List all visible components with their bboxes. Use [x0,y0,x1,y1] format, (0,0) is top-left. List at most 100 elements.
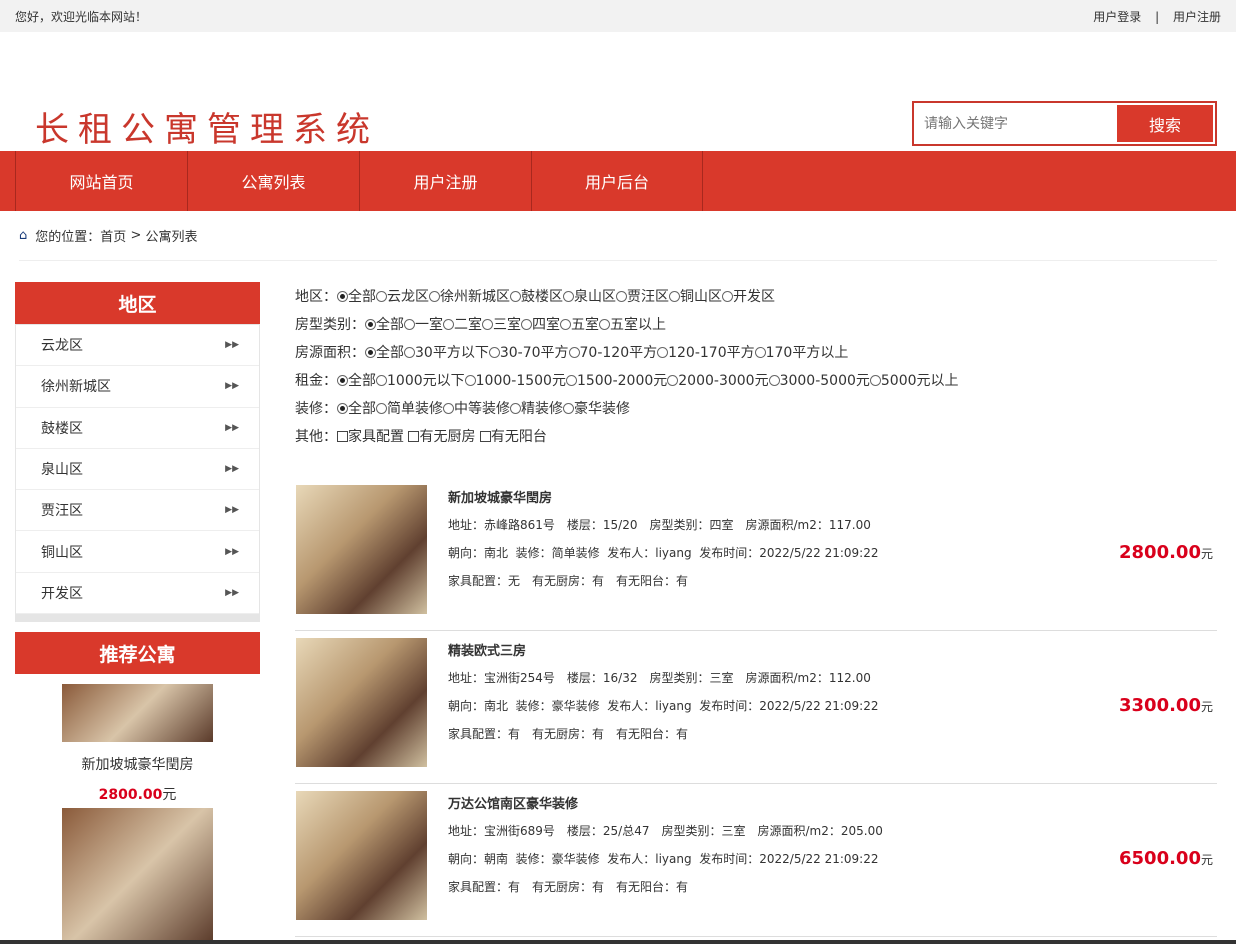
nav-register[interactable]: 用户注册 [359,151,531,211]
filter-option[interactable]: 豪华装修 [563,401,630,417]
recommended-item[interactable]: 新加坡城豪华閏房 2800.00元 [15,684,260,944]
filter-option[interactable]: 铜山区 [669,289,722,305]
radio[interactable] [722,291,733,302]
filter-option[interactable]: 二室 [443,317,482,333]
radio[interactable] [482,319,493,330]
radio[interactable] [510,291,521,302]
radio[interactable] [488,347,500,358]
filter-option[interactable]: 1000-1500元 [464,373,566,389]
nav-apartment-list[interactable]: 公寓列表 [187,151,359,211]
filter-option[interactable]: 贾汪区 [616,289,669,305]
radio[interactable] [443,403,454,414]
filter-option[interactable]: 5000元以上 [869,373,959,389]
search-button[interactable]: 搜索 [1117,105,1213,142]
filter-option[interactable]: 精装修 [510,401,563,417]
radio[interactable] [365,347,376,358]
checkbox-option[interactable]: 有无阳台 [479,429,547,445]
site-title[interactable]: 长租公寓管理系统 [35,102,379,151]
filter-option[interactable]: 170平方以上 [754,345,848,361]
filter-option[interactable]: 全部 [337,373,376,389]
listing-title[interactable]: 精装欧式三房 [448,640,526,659]
filter-option[interactable]: 开发区 [722,289,775,305]
checkbox-option[interactable]: 家具配置 [337,429,408,445]
radio[interactable] [429,291,440,302]
filter-option[interactable]: 五室 [560,317,599,333]
checkbox[interactable] [408,431,420,442]
district-item[interactable]: 云龙区 ▶▶ [16,325,259,367]
radio[interactable] [365,319,376,330]
listing-title[interactable]: 新加坡城豪华閏房 [448,487,552,506]
filter-option[interactable]: 全部 [365,345,404,361]
district-item[interactable]: 开发区 ▶▶ [16,573,259,615]
radio[interactable] [768,375,780,386]
radio[interactable] [599,319,610,330]
listing-image[interactable] [296,638,427,767]
search-input[interactable] [914,103,1115,144]
recommended-image[interactable] [62,684,213,743]
radio[interactable] [568,347,580,358]
listing-image[interactable] [296,791,427,920]
recommended-name[interactable]: 新加坡城豪华閏房 [15,754,260,774]
radio[interactable] [563,291,574,302]
recommended-image[interactable] [62,808,213,944]
district-item[interactable]: 贾汪区 ▶▶ [16,490,259,532]
radio[interactable] [560,319,571,330]
radio[interactable] [754,347,766,358]
filter-option[interactable]: 30平方以下 [404,345,489,361]
filter-option[interactable]: 四室 [521,317,560,333]
register-link[interactable]: 用户注册 [1173,10,1221,24]
filter-option[interactable]: 中等装修 [443,401,510,417]
radio[interactable] [376,403,387,414]
radio[interactable] [337,375,348,386]
filter-option[interactable]: 2000-3000元 [667,373,769,389]
filter-option[interactable]: 全部 [337,289,376,305]
radio[interactable] [565,375,577,386]
district-item[interactable]: 泉山区 ▶▶ [16,449,259,491]
breadcrumb-home[interactable]: 首页 [100,226,126,245]
filter-option[interactable]: 1500-2000元 [565,373,667,389]
listing-title[interactable]: 万达公馆南区豪华装修 [448,793,578,812]
filter-option[interactable]: 全部 [365,317,404,333]
radio[interactable] [521,319,532,330]
nav-user-admin[interactable]: 用户后台 [531,151,703,211]
filter-option[interactable]: 一室 [404,317,443,333]
checkbox[interactable] [479,431,491,442]
filter-option[interactable]: 五室以上 [599,317,666,333]
filter-option[interactable]: 简单装修 [376,401,443,417]
radio[interactable] [404,319,415,330]
listing-details: 朝向：南北 装修：豪华装修 发布人：liyang 发布时间：2022/5/22 … [448,699,879,713]
radio[interactable] [404,347,415,358]
checkbox[interactable] [337,431,348,442]
filter-option[interactable]: 徐州新城区 [429,289,510,305]
radio[interactable] [510,403,521,414]
radio[interactable] [464,375,476,386]
radio[interactable] [657,347,669,358]
radio[interactable] [443,319,454,330]
filter-option[interactable]: 云龙区 [376,289,429,305]
radio[interactable] [869,375,881,386]
radio[interactable] [667,375,679,386]
filter-option[interactable]: 全部 [337,401,376,417]
radio[interactable] [337,403,348,414]
radio[interactable] [376,291,387,302]
filter-option[interactable]: 120-170平方 [657,345,755,361]
radio[interactable] [669,291,680,302]
radio[interactable] [376,375,387,386]
district-item[interactable]: 铜山区 ▶▶ [16,531,259,573]
district-item[interactable]: 鼓楼区 ▶▶ [16,408,259,449]
filter-option[interactable]: 三室 [482,317,521,333]
filter-option[interactable]: 30-70平方 [488,345,569,361]
nav-home[interactable]: 网站首页 [15,151,187,211]
district-item[interactable]: 徐州新城区 ▶▶ [16,366,259,408]
filter-option[interactable]: 鼓楼区 [510,289,563,305]
filter-option[interactable]: 70-120平方 [568,345,657,361]
login-link[interactable]: 用户登录 [1093,10,1141,24]
filter-option[interactable]: 1000元以下 [376,373,465,389]
radio[interactable] [616,291,627,302]
filter-option[interactable]: 泉山区 [563,289,616,305]
radio[interactable] [337,291,348,302]
listing-image[interactable] [296,485,427,614]
checkbox-option[interactable]: 有无厨房 [408,429,479,445]
filter-option[interactable]: 3000-5000元 [768,373,870,389]
radio[interactable] [563,403,574,414]
